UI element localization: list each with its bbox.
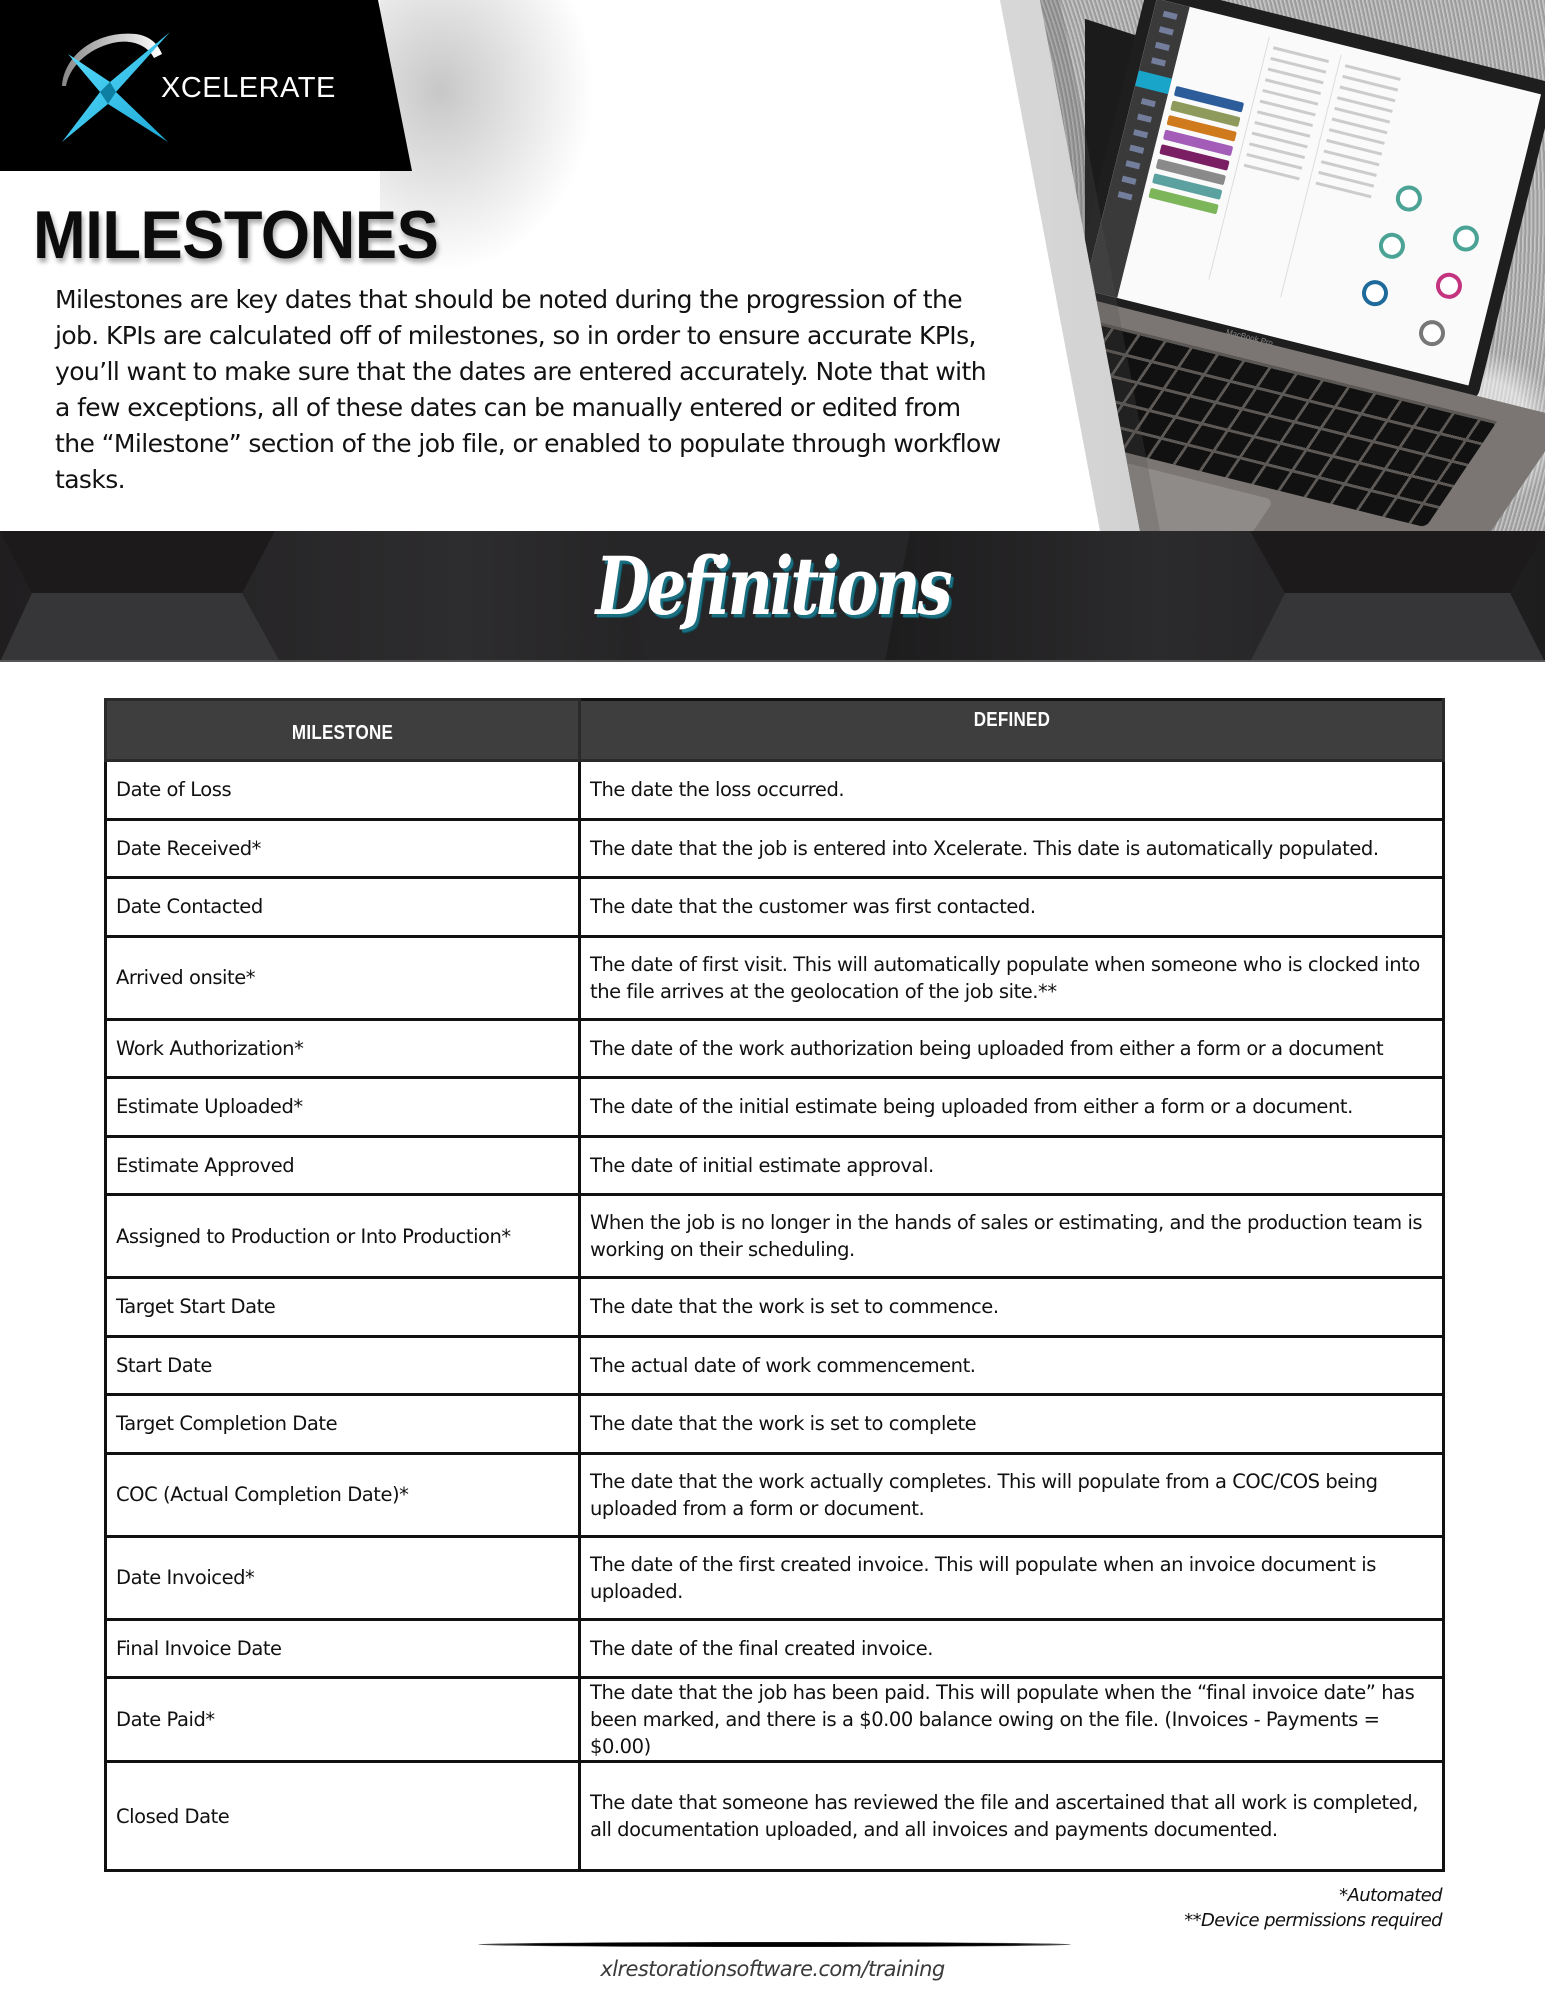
table-row: Date Contacted The date that the customer… — [104, 876, 1445, 938]
milestone-cell: Target Start Date — [104, 1276, 581, 1338]
milestones-table: MILESTONE DEFINED Date of Loss The date t… — [104, 698, 1445, 1872]
kpi-ring — [1433, 270, 1465, 302]
logo-wordmark: XCELERATE — [161, 72, 336, 104]
table-row: Work Authorization* The date of the work … — [104, 1017, 1445, 1079]
table-row: Assigned to Production or Into Productio… — [104, 1193, 1445, 1279]
milestone-cell: Date Paid* — [104, 1676, 581, 1763]
milestone-cell: Start Date — [104, 1334, 581, 1396]
definition-cell: The date of the work authorization being… — [578, 1017, 1445, 1079]
milestone-cell: Estimate Approved — [104, 1134, 581, 1196]
table-row: Date Received* The date that the job is e… — [104, 817, 1445, 879]
hero-section: MacBook Pro XCELERATE MILESTONES Milesto… — [0, 0, 1545, 531]
milestone-cell: Date Invoiced* — [104, 1534, 581, 1621]
xcelerate-x-swoosh-icon — [62, 32, 170, 142]
kpi-ring — [1376, 230, 1408, 262]
table-row: Arrived onsite* The date of first visit. … — [104, 934, 1445, 1021]
table-row: Estimate Approved The date of initial est… — [104, 1134, 1445, 1196]
definition-cell: The date that the customer was first con… — [578, 876, 1445, 938]
column-header-milestone: MILESTONE — [104, 698, 581, 762]
footnotes: *Automated **Device permissions required — [1184, 1883, 1442, 1933]
milestone-cell: Closed Date — [104, 1760, 581, 1872]
footer-url-link[interactable]: xlrestorationsoftware.com/training — [0, 1957, 1545, 1981]
milestone-cell: Target Completion Date — [104, 1393, 581, 1455]
table-row: Estimate Uploaded* The date of the initia… — [104, 1076, 1445, 1138]
definitions-heading: Definitions — [595, 539, 953, 633]
milestone-cell: Estimate Uploaded* — [104, 1076, 581, 1138]
table-row: Target Start Date The date that the work … — [104, 1276, 1445, 1338]
milestone-cell: Assigned to Production or Into Productio… — [104, 1193, 581, 1279]
table-row: Final Invoice Date The date of the final … — [104, 1617, 1445, 1679]
logo-block: XCELERATE — [0, 0, 412, 171]
milestone-cell: Work Authorization* — [104, 1017, 581, 1079]
page-title: MILESTONES — [33, 197, 439, 273]
footer-divider — [478, 1942, 1071, 1947]
definition-cell: The date of the first created invoice. T… — [578, 1534, 1445, 1621]
column-header-defined: DEFINED — [578, 698, 1445, 762]
table-header-row: MILESTONE DEFINED — [104, 698, 1445, 762]
definition-cell: The date that someone has reviewed the f… — [578, 1760, 1445, 1872]
definition-cell: The date that the work actually complete… — [578, 1451, 1445, 1538]
definitions-banner: Definitions — [0, 531, 1545, 662]
milestone-cell: Date Contacted — [104, 876, 581, 938]
kpi-ring — [1416, 317, 1448, 349]
definition-cell: The date of first visit. This will autom… — [578, 934, 1445, 1021]
footnote-automated: *Automated — [1339, 1885, 1443, 1906]
table-row: Closed Date The date that someone has rev… — [104, 1760, 1445, 1872]
table-row: Date of Loss The date the loss occurred. — [104, 759, 1445, 821]
table-row: Date Paid* The date that the job has been… — [104, 1676, 1445, 1763]
definition-cell: When the job is no longer in the hands o… — [578, 1193, 1445, 1279]
definition-cell: The date that the work is set to commenc… — [578, 1276, 1445, 1338]
footnote-device-permissions: **Device permissions required — [1184, 1910, 1442, 1931]
milestone-cell: Date Received* — [104, 817, 581, 879]
definition-cell: The date that the job has been paid. Thi… — [578, 1676, 1445, 1763]
definition-cell: The date of the initial estimate being u… — [578, 1076, 1445, 1138]
kpi-ring — [1393, 182, 1425, 215]
table-row: Target Completion Date The date that the … — [104, 1393, 1445, 1455]
definition-cell: The date of initial estimate approval. — [578, 1134, 1445, 1196]
milestone-cell: Arrived onsite* — [104, 934, 581, 1021]
kpi-ring — [1359, 277, 1391, 309]
intro-paragraph: Milestones are key dates that should be … — [55, 285, 1001, 494]
definition-cell: The actual date of work commencement. — [578, 1334, 1445, 1396]
milestone-cell: Final Invoice Date — [104, 1617, 581, 1679]
milestone-cell: COC (Actual Completion Date)* — [104, 1451, 581, 1538]
definition-cell: The date that the work is set to complet… — [578, 1393, 1445, 1455]
definition-cell: The date of the final created invoice. — [578, 1617, 1445, 1679]
definition-cell: The date the loss occurred. — [578, 759, 1445, 821]
milestone-cell: Date of Loss — [104, 759, 581, 821]
table-row: Start Date The actual date of work commen… — [104, 1334, 1445, 1396]
definition-cell: The date that the job is entered into Xc… — [578, 817, 1445, 879]
kpi-ring — [1450, 222, 1482, 255]
table-row: COC (Actual Completion Date)* The date th… — [104, 1451, 1445, 1538]
table-row: Date Invoiced* The date of the first crea… — [104, 1534, 1445, 1621]
